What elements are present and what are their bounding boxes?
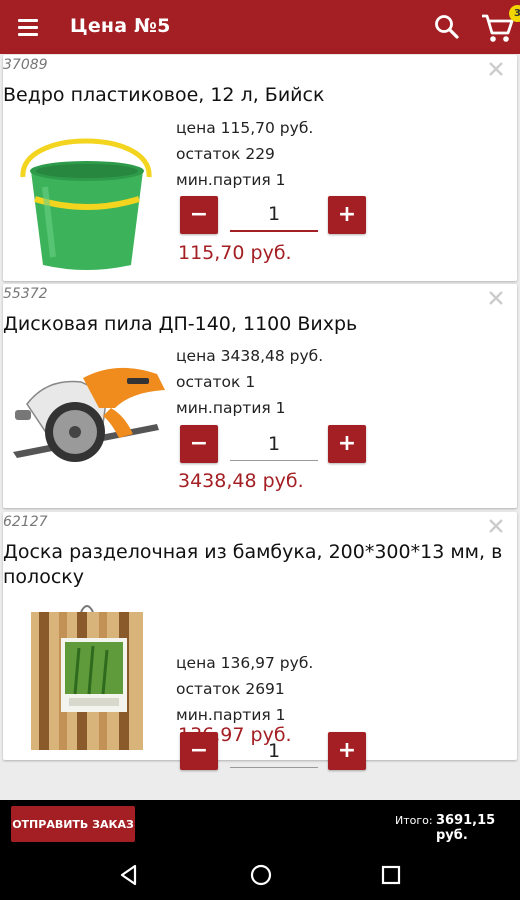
home-icon[interactable] [248,862,274,888]
recents-icon[interactable] [378,862,404,888]
close-icon[interactable] [487,517,505,535]
product-min-batch: мин.партия 1 [176,399,286,417]
product-price: цена 3438,48 руб. [176,347,324,365]
product-name: Ведро пластиковое, 12 л, Бийск [3,84,325,106]
quantity-stepper: − + [180,196,366,234]
quantity-stepper: − + [180,425,366,463]
product-code: 55372 [3,286,48,302]
product-stock: остаток 1 [176,373,256,391]
cutting-board-image [31,602,143,756]
back-icon[interactable] [116,862,142,888]
product-info: цена 115,70 руб. остаток 229 мин.партия … [176,115,313,193]
product-code: 37089 [3,57,48,73]
total-label: Итого: [395,814,433,827]
line-total: 136,97 руб. [178,724,292,746]
product-card: 62127 Доска разделочная из бамбука, 200*… [3,512,517,770]
product-code: 62127 [3,514,48,530]
quantity-input[interactable] [230,198,318,232]
product-card: 37089 Ведро пластиковое, 12 л, Бийск цен… [3,55,517,281]
increase-button[interactable]: + [328,196,366,234]
close-icon[interactable] [487,60,505,78]
order-footer: ОТПРАВИТЬ ЗАКАЗ Итого: 3691,15 руб. [0,800,520,848]
menu-icon[interactable] [14,13,42,41]
product-min-batch: мин.партия 1 [176,171,286,189]
increase-button[interactable]: + [328,425,366,463]
cart-count-badge: 3 [509,5,520,22]
bucket-image [17,137,157,277]
product-stock: остаток 229 [176,145,275,163]
quantity-input[interactable] [230,427,318,461]
product-stock: остаток 2691 [176,680,285,698]
product-card: 55372 Дисковая пила ДП-140, 1100 Вихрь ц… [3,284,517,508]
system-nav-bar [0,848,520,900]
send-order-button[interactable]: ОТПРАВИТЬ ЗАКАЗ [11,806,135,842]
search-icon[interactable] [431,11,463,43]
line-total: 3438,48 руб. [178,470,304,492]
product-price: цена 136,97 руб. [176,654,314,672]
product-price: цена 115,70 руб. [176,119,314,137]
decrease-button[interactable]: − [180,425,218,463]
app-bar: Цена №5 [0,0,520,54]
circular-saw-image [7,364,167,478]
increase-button[interactable]: + [328,732,366,770]
total-value: 3691,15 руб. [436,813,496,843]
line-total: 115,70 руб. [178,242,292,264]
product-name: Дисковая пила ДП-140, 1100 Вихрь [3,313,358,335]
close-icon[interactable] [487,289,505,307]
product-name: Доска разделочная из бамбука, 200*300*13… [3,541,503,588]
decrease-button[interactable]: − [180,196,218,234]
app-title: Цена №5 [70,15,171,37]
product-info: цена 3438,48 руб. остаток 1 мин.партия 1 [176,343,323,421]
product-info: цена 136,97 руб. остаток 2691 мин.партия… [176,650,313,728]
